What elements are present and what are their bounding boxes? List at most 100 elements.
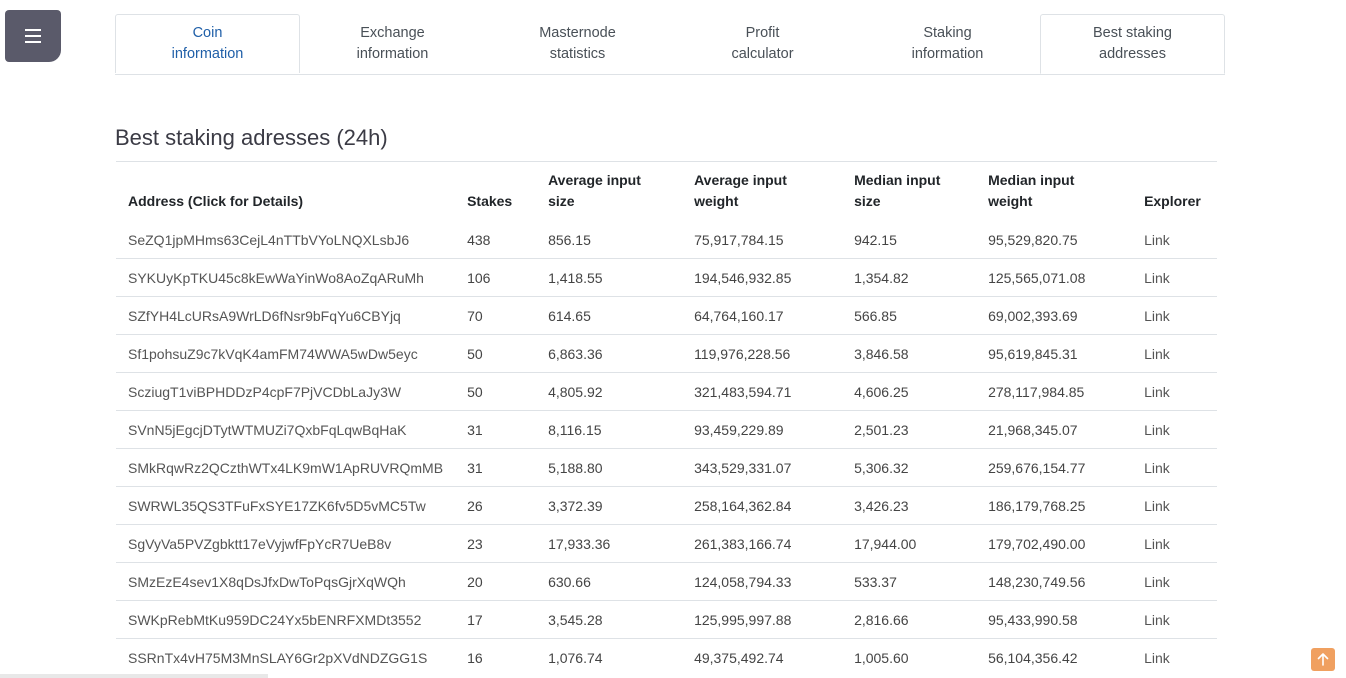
explorer-link[interactable]: Link	[1144, 498, 1170, 514]
horizontal-scrollbar[interactable]	[0, 674, 268, 678]
menu-button[interactable]	[5, 10, 61, 62]
explorer-cell: Link	[1132, 372, 1217, 411]
scroll-to-top-button[interactable]	[1311, 648, 1335, 671]
address-cell[interactable]: SMzEzE4sev1X8qDsJfxDwToPqsGjrXqWQh	[116, 562, 456, 601]
stakes-cell: 438	[467, 231, 491, 248]
median-input-weight-cell: 148,230,749.56	[976, 562, 1133, 601]
address-cell[interactable]: SVnN5jEgcjDTytWTMUZi7QxbFqLqwBqHaK	[116, 410, 456, 449]
table-row: SeZQ1jpMHms63CejL4nTTbVYoLNQXLsbJ6 438 856…	[116, 221, 1217, 259]
tab-label: addresses	[1099, 46, 1166, 62]
address-cell[interactable]: SZfYH4LcURsA9WrLD6fNsr9bFqYu6CBYjq	[116, 296, 456, 335]
table-row: Sf1pohsuZ9c7kVqK4amFM74WWA5wDw5eyc 50 6,86…	[116, 334, 1217, 373]
address-cell[interactable]: SWKpRebMtKu959DC24Yx5bENRFXMDt3552	[116, 600, 456, 639]
header-address[interactable]: Address (Click for Details)	[116, 161, 456, 221]
stakes-cell: 50	[455, 372, 537, 411]
tab-bar: Coin information Exchange information Mast…	[115, 14, 1225, 75]
median-input-weight-cell: 95,529,820.75	[988, 231, 1078, 248]
table-header-row: Address (Click for Details) Stakes Avera…	[116, 161, 1217, 221]
stakes-cell: 20	[455, 562, 537, 601]
tab-label: Profit	[745, 24, 780, 41]
average-input-weight-cell: 93,459,229.89	[682, 410, 843, 449]
table-row: SMzEzE4sev1X8qDsJfxDwToPqsGjrXqWQh 20 630.…	[116, 562, 1217, 601]
average-input-size-cell: 17,933.36	[536, 524, 683, 563]
average-input-weight-cell: 258,164,362.84	[682, 486, 843, 525]
explorer-link[interactable]: Link	[1144, 270, 1170, 286]
median-input-weight-cell: 95,433,990.58	[976, 600, 1133, 639]
header-median-input-weight[interactable]: Median input weight	[976, 161, 1133, 221]
header-average-input-size[interactable]: Average input size	[536, 161, 683, 221]
address-cell[interactable]: SSRnTx4vH75M3MnSLAY6Gr2pXVdNDZGG1S	[116, 638, 456, 676]
header-median-input-size[interactable]: Median input size	[842, 161, 977, 221]
address-cell[interactable]: SgVyVa5PVZgbktt17eVyjwfFpYcR7UeB8v	[116, 524, 456, 563]
median-input-size-cell: 566.85	[842, 296, 977, 335]
stakes-cell: 17	[455, 600, 537, 639]
median-input-weight-cell: 69,002,393.69	[976, 296, 1133, 335]
tab-staking-information[interactable]: Staking information	[855, 14, 1040, 73]
address-cell[interactable]: Sf1pohsuZ9c7kVqK4amFM74WWA5wDw5eyc	[116, 334, 456, 373]
address-cell[interactable]: SeZQ1jpMHms63CejL4nTTbVYoLNQXLsbJ6	[116, 221, 455, 259]
tab-label: statistics	[549, 45, 606, 62]
explorer-link[interactable]: Link	[1144, 574, 1170, 590]
average-input-size-cell: 3,372.39	[536, 486, 683, 525]
average-input-size-cell: 1,418.55	[536, 258, 683, 297]
tab-label: Exchange	[360, 24, 425, 41]
explorer-cell: Link	[1132, 638, 1217, 676]
page-title: Best staking adresses (24h)	[115, 125, 388, 150]
header-explorer[interactable]: Explorer	[1132, 161, 1217, 221]
explorer-cell: Link	[1132, 221, 1217, 259]
table-row: SYKUyKpTKU45c8kEwWaYinWo8AoZqARuMh 106 1,4…	[116, 258, 1217, 297]
average-input-weight-cell: 75,917,784.15	[694, 231, 784, 248]
header-average-input-weight[interactable]: Average input weight	[682, 161, 843, 221]
median-input-size-cell: 942.15	[854, 231, 897, 248]
stakes-cell: 70	[455, 296, 537, 335]
tab-best-staking-addresses[interactable]: Best staking addresses	[1040, 14, 1225, 74]
median-input-weight-cell: 186,179,768.25	[976, 486, 1133, 525]
median-input-weight-cell: 179,702,490.00	[976, 524, 1133, 563]
average-input-weight-cell: 64,764,160.17	[682, 296, 843, 335]
average-input-size-cell: 614.65	[536, 296, 683, 335]
tab-label: information	[356, 45, 429, 62]
tab-label: Staking	[923, 24, 972, 41]
explorer-cell: Link	[1132, 562, 1217, 601]
average-input-weight-cell: 125,995,997.88	[682, 600, 843, 639]
header-stakes[interactable]: Stakes	[455, 161, 537, 221]
table-row: SWRWL35QS3TFuFxSYE17ZK6fv5D5vMC5Tw 26 3,37…	[116, 486, 1217, 525]
table-row: SWKpRebMtKu959DC24Yx5bENRFXMDt3552 17 3,54…	[116, 600, 1217, 639]
median-input-weight-cell: 95,619,845.31	[976, 334, 1133, 373]
table-row: SSRnTx4vH75M3MnSLAY6Gr2pXVdNDZGG1S 16 1,07…	[116, 638, 1217, 676]
table-row: SgVyVa5PVZgbktt17eVyjwfFpYcR7UeB8v 23 17,9…	[116, 524, 1217, 563]
explorer-cell: Link	[1132, 334, 1217, 373]
stakes-cell: 23	[455, 524, 537, 563]
explorer-link[interactable]: Link	[1144, 232, 1170, 248]
staking-addresses-table: Address (Click for Details) Stakes Avera…	[116, 161, 1217, 676]
explorer-link[interactable]: Link	[1144, 460, 1170, 476]
hamburger-icon	[25, 25, 41, 47]
address-cell[interactable]: SMkRqwRz2QCzthWTx4LK9mW1ApRUVRQmMB	[116, 448, 456, 487]
tab-profit-calculator[interactable]: Profit calculator	[670, 14, 855, 73]
address-cell[interactable]: SYKUyKpTKU45c8kEwWaYinWo8AoZqARuMh	[116, 258, 456, 297]
table-row: SZfYH4LcURsA9WrLD6fNsr9bFqYu6CBYjq 70 614.…	[116, 296, 1217, 335]
explorer-link[interactable]: Link	[1144, 536, 1170, 552]
address-cell[interactable]: SWRWL35QS3TFuFxSYE17ZK6fv5D5vMC5Tw	[116, 486, 456, 525]
tab-label: Masternode	[539, 24, 616, 41]
arrow-up-icon	[1317, 653, 1329, 666]
median-input-size-cell: 4,606.25	[842, 372, 977, 411]
stakes-cell: 31	[455, 410, 537, 449]
tab-label: Coin	[192, 25, 223, 41]
explorer-link[interactable]: Link	[1144, 650, 1170, 666]
average-input-size-cell: 1,076.74	[536, 638, 683, 676]
median-input-size-cell: 5,306.32	[842, 448, 977, 487]
tab-exchange-information[interactable]: Exchange information	[300, 14, 485, 73]
explorer-link[interactable]: Link	[1144, 308, 1170, 324]
explorer-link[interactable]: Link	[1144, 384, 1170, 400]
tab-masternode-statistics[interactable]: Masternode statistics	[485, 14, 670, 73]
average-input-size-cell: 6,863.36	[536, 334, 683, 373]
address-cell[interactable]: ScziugT1viBPHDDzP4cpF7PjVCDbLaJy3W	[116, 372, 456, 411]
explorer-link[interactable]: Link	[1144, 422, 1170, 438]
explorer-link[interactable]: Link	[1144, 612, 1170, 628]
explorer-cell: Link	[1132, 486, 1217, 525]
explorer-link[interactable]: Link	[1144, 346, 1170, 362]
median-input-size-cell: 17,944.00	[842, 524, 977, 563]
explorer-cell: Link	[1132, 296, 1217, 335]
tab-coin-information[interactable]: Coin information	[115, 14, 300, 73]
